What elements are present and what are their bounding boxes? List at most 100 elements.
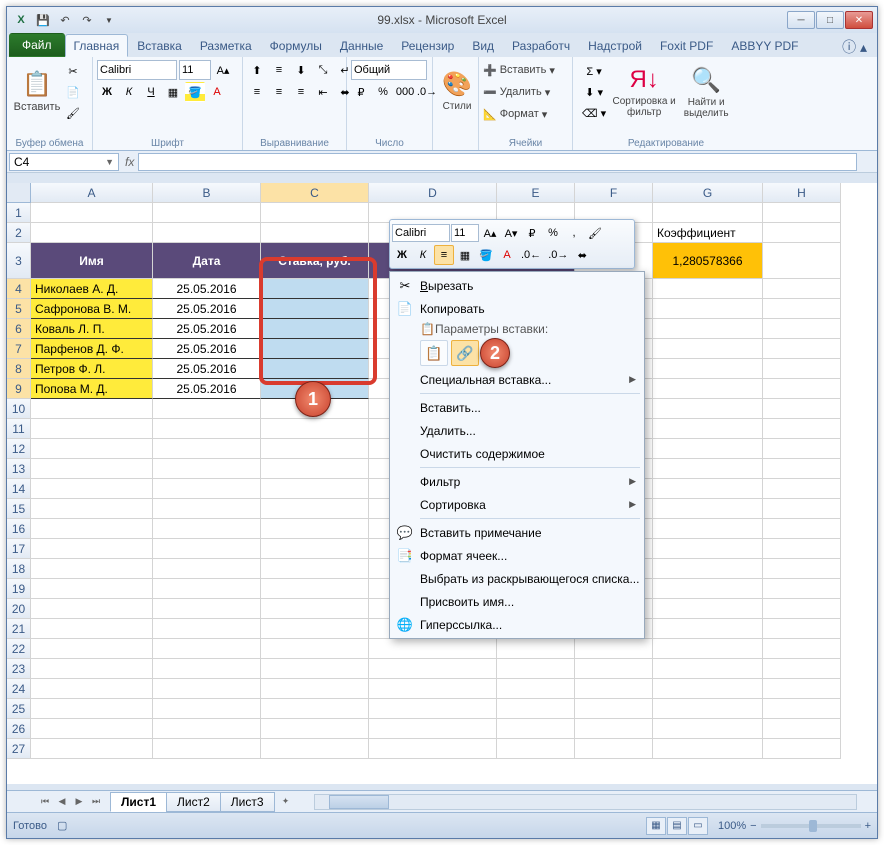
find-select-button[interactable]: 🔍 Найти и выделить <box>677 60 735 124</box>
cell[interactable] <box>31 659 153 679</box>
row-header-26[interactable]: 26 <box>7 719 31 739</box>
cell[interactable] <box>261 519 369 539</box>
cell[interactable]: 25.05.2016 <box>153 279 261 299</box>
cell[interactable] <box>153 519 261 539</box>
cell[interactable]: 25.05.2016 <box>153 359 261 379</box>
cell[interactable] <box>369 659 497 679</box>
sheet-nav-prev[interactable]: ◀ <box>54 794 70 810</box>
cell[interactable] <box>261 203 369 223</box>
cell[interactable] <box>369 639 497 659</box>
formula-input[interactable] <box>138 153 857 171</box>
mini-format-painter[interactable]: 🖌 <box>585 223 605 243</box>
cell[interactable] <box>261 579 369 599</box>
row-header-10[interactable]: 10 <box>7 399 31 419</box>
cells-insert-button[interactable]: ➕ Вставить ▾ <box>483 64 555 77</box>
cell[interactable] <box>153 719 261 739</box>
cell[interactable] <box>763 679 841 699</box>
col-header-B[interactable]: B <box>153 183 261 203</box>
cell[interactable] <box>653 519 763 539</box>
cell[interactable] <box>763 659 841 679</box>
cell[interactable] <box>153 499 261 519</box>
row-header-20[interactable]: 20 <box>7 599 31 619</box>
tab-insert[interactable]: Вставка <box>128 34 191 57</box>
maximize-button[interactable]: □ <box>816 11 844 29</box>
cell[interactable] <box>653 399 763 419</box>
cell[interactable] <box>653 639 763 659</box>
percent-button[interactable]: % <box>373 82 393 102</box>
cell[interactable] <box>261 619 369 639</box>
cell[interactable] <box>653 279 763 299</box>
horizontal-scrollbar[interactable] <box>314 794 857 810</box>
cell[interactable] <box>653 739 763 759</box>
font-name-input[interactable] <box>97 60 177 80</box>
cells-format-button[interactable]: 📐 Формат ▾ <box>483 108 547 121</box>
cell[interactable]: Попова М. Д. <box>31 379 153 399</box>
cell[interactable] <box>153 559 261 579</box>
mini-italic[interactable]: К <box>413 245 433 265</box>
cell[interactable] <box>261 479 369 499</box>
undo-button[interactable]: ↶ <box>55 10 75 30</box>
row-header-8[interactable]: 8 <box>7 359 31 379</box>
cell[interactable] <box>153 679 261 699</box>
cell[interactable] <box>261 659 369 679</box>
cell[interactable]: Ставка, руб. <box>261 243 369 279</box>
row-header-13[interactable]: 13 <box>7 459 31 479</box>
cell[interactable] <box>763 459 841 479</box>
ctx-insert[interactable]: Вставить... <box>392 396 642 419</box>
cell[interactable] <box>763 299 841 319</box>
cell[interactable] <box>153 639 261 659</box>
cell[interactable] <box>763 699 841 719</box>
cell[interactable] <box>31 639 153 659</box>
cell[interactable] <box>653 299 763 319</box>
ctx-comment[interactable]: 💬Вставить примечание <box>392 521 642 544</box>
cell[interactable] <box>31 459 153 479</box>
cell[interactable] <box>153 459 261 479</box>
cell[interactable] <box>653 459 763 479</box>
cell[interactable] <box>653 679 763 699</box>
fx-button[interactable]: fx <box>121 155 138 169</box>
cell[interactable] <box>763 279 841 299</box>
align-left-button[interactable]: ≡ <box>247 82 267 102</box>
row-header-17[interactable]: 17 <box>7 539 31 559</box>
mini-currency[interactable]: ₽ <box>522 223 542 243</box>
align-right-button[interactable]: ≡ <box>291 82 311 102</box>
tab-addins[interactable]: Надстрой <box>579 34 651 57</box>
paste-option-default[interactable]: 📋 <box>420 340 448 366</box>
cell[interactable] <box>575 739 653 759</box>
mini-fill[interactable]: 🪣 <box>476 245 496 265</box>
cell[interactable] <box>763 619 841 639</box>
cell[interactable] <box>763 203 841 223</box>
ctx-paste-special[interactable]: Специальная вставка...▶ <box>392 368 642 391</box>
cell[interactable] <box>369 719 497 739</box>
view-page-break[interactable]: ▭ <box>688 817 708 835</box>
row-header-12[interactable]: 12 <box>7 439 31 459</box>
cell[interactable] <box>369 679 497 699</box>
cell[interactable] <box>31 519 153 539</box>
cell[interactable] <box>31 399 153 419</box>
cell[interactable] <box>763 539 841 559</box>
sheet-nav-first[interactable]: ⏮ <box>37 794 53 810</box>
cell[interactable] <box>497 639 575 659</box>
cell[interactable]: 25.05.2016 <box>153 299 261 319</box>
cell[interactable] <box>653 479 763 499</box>
row-header-6[interactable]: 6 <box>7 319 31 339</box>
cell[interactable] <box>763 359 841 379</box>
cell[interactable] <box>31 479 153 499</box>
cell[interactable] <box>261 559 369 579</box>
cell[interactable] <box>653 699 763 719</box>
cell[interactable] <box>653 659 763 679</box>
cell[interactable] <box>153 539 261 559</box>
cell[interactable] <box>153 399 261 419</box>
align-top-button[interactable]: ⬆ <box>247 60 267 80</box>
ctx-sort[interactable]: Сортировка▶ <box>392 493 642 516</box>
cell[interactable] <box>653 439 763 459</box>
cell[interactable] <box>31 579 153 599</box>
cell[interactable] <box>653 499 763 519</box>
sheet-nav-last[interactable]: ⏭ <box>88 794 104 810</box>
app-icon[interactable]: X <box>11 10 31 30</box>
view-normal[interactable]: ▦ <box>646 817 666 835</box>
row-header-14[interactable]: 14 <box>7 479 31 499</box>
row-header-25[interactable]: 25 <box>7 699 31 719</box>
autosum-button[interactable]: Σ ▾ <box>579 61 609 81</box>
tab-developer[interactable]: Разработч <box>503 34 579 57</box>
